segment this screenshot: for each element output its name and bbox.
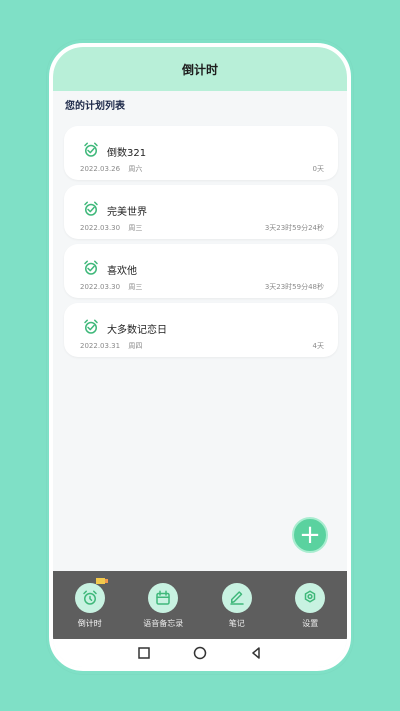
countdown-card-3[interactable]: 喜欢他 2022.03.30 周三 3天23时59分48秒 — [64, 244, 338, 298]
countdown-title: 倒数321 — [107, 148, 147, 159]
bottom-navigation: 倒计时 语音备忘录 笔记 设置 — [53, 571, 347, 639]
countdown-remaining: 3天23时59分48秒 — [264, 283, 324, 291]
pen-icon — [230, 591, 244, 605]
countdown-remaining: 4天 — [312, 342, 324, 350]
alarm-clock-icon — [84, 142, 98, 157]
settings-icon — [305, 590, 316, 603]
countdown-date: 2022.03.26 — [80, 165, 121, 173]
tab-icon-circle — [295, 583, 326, 613]
countdown-title: 大多数记恋日 — [107, 325, 167, 336]
app-bar: 倒计时 — [53, 47, 347, 91]
plan-list-title: 您的计划列表 — [65, 101, 125, 112]
tab-label: 语音备忘录 — [143, 619, 184, 628]
tab-label: 设置 — [302, 619, 319, 628]
countdown-weekday: 周三 — [128, 224, 143, 232]
home-button[interactable] — [193, 646, 207, 660]
countdown-date: 2022.03.31 — [80, 342, 121, 350]
countdown-card-1[interactable]: 倒数321 2022.03.26 周六 0天 — [64, 126, 338, 180]
recent-apps-button[interactable] — [137, 646, 151, 660]
app-screen: 倒计时 您的计划列表 倒数321 2022.03.26 周六 0天 完美世界 2… — [53, 47, 347, 667]
countdown-card-2[interactable]: 完美世界 2022.03.30 周三 3天23时59分24秒 — [64, 185, 338, 239]
tab-voice-memo[interactable]: 语音备忘录 — [133, 583, 193, 629]
countdown-date-line: 2022.03.26 周六 — [80, 164, 142, 174]
plus-icon: + — [299, 520, 321, 550]
countdown-remaining: 3天23时59分24秒 — [264, 224, 324, 232]
countdown-date: 2022.03.30 — [80, 283, 121, 291]
tab-settings[interactable]: 设置 — [280, 583, 340, 629]
countdown-weekday: 周六 — [128, 165, 143, 173]
alarm-clock-icon — [84, 201, 98, 216]
countdown-weekday: 周四 — [128, 342, 143, 350]
alarm-clock-icon — [83, 590, 97, 605]
back-icon — [252, 647, 260, 659]
countdown-card-4[interactable]: 大多数记恋日 2022.03.31 周四 4天 — [64, 303, 338, 357]
tab-icon-circle — [74, 583, 105, 613]
page-title: 倒计时 — [181, 62, 218, 77]
tab-notes[interactable]: 笔记 — [207, 583, 267, 629]
countdown-remaining: 0天 — [312, 165, 324, 173]
back-button[interactable] — [249, 646, 263, 660]
alarm-clock-icon — [84, 260, 98, 275]
android-navigation-bar — [53, 639, 347, 667]
tab-label: 倒计时 — [77, 619, 102, 628]
calendar-icon — [156, 590, 170, 605]
countdown-title: 完美世界 — [107, 207, 147, 218]
countdown-date: 2022.03.30 — [80, 224, 121, 232]
tab-countdown[interactable]: 倒计时 — [60, 578, 120, 629]
alarm-clock-icon — [84, 319, 98, 334]
countdown-title: 喜欢他 — [107, 266, 137, 277]
tab-icon-circle — [148, 583, 179, 613]
tab-icon-circle — [221, 583, 252, 613]
flag-icon — [95, 578, 108, 584]
tab-label: 笔记 — [228, 619, 245, 628]
circle-icon — [193, 646, 207, 660]
phone-frame: 倒计时 您的计划列表 倒数321 2022.03.26 周六 0天 完美世界 2… — [49, 43, 351, 671]
countdown-date-line: 2022.03.30 周三 — [80, 282, 142, 292]
countdown-weekday: 周三 — [128, 283, 143, 291]
countdown-date-line: 2022.03.31 周四 — [80, 341, 142, 351]
square-icon — [138, 647, 150, 659]
countdown-date-line: 2022.03.30 周三 — [80, 223, 142, 233]
add-countdown-button[interactable]: + — [292, 517, 328, 553]
countdown-list: 倒数321 2022.03.26 周六 0天 完美世界 2022.03.30 周… — [64, 126, 338, 362]
